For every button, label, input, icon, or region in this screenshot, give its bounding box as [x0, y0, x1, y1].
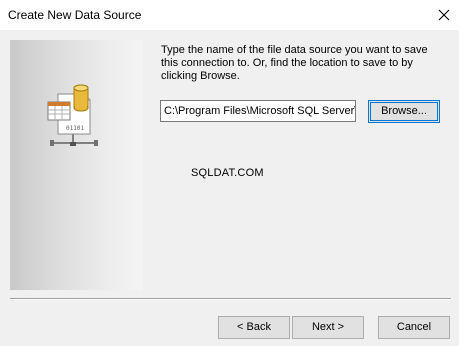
data-source-wizard-icon: 01101: [47, 84, 98, 146]
instructions-text: Type the name of the file data source yo…: [161, 44, 428, 82]
wizard-side-panel: 01101: [10, 40, 142, 290]
divider: [10, 298, 451, 300]
window-title: Create New Data Source: [8, 8, 142, 22]
title-bar: Create New Data Source: [0, 0, 459, 30]
close-button[interactable]: [429, 0, 459, 30]
watermark-text: SQLDAT.COM: [191, 167, 264, 179]
cancel-button[interactable]: Cancel: [378, 316, 450, 339]
browse-button[interactable]: Browse...: [368, 100, 440, 123]
next-button[interactable]: Next >: [292, 316, 364, 339]
back-button[interactable]: < Back: [218, 316, 290, 339]
file-path-input[interactable]: C:\Program Files\Microsoft SQL Server\: [160, 100, 356, 122]
svg-text:01101: 01101: [66, 125, 84, 132]
close-icon: [438, 9, 450, 21]
